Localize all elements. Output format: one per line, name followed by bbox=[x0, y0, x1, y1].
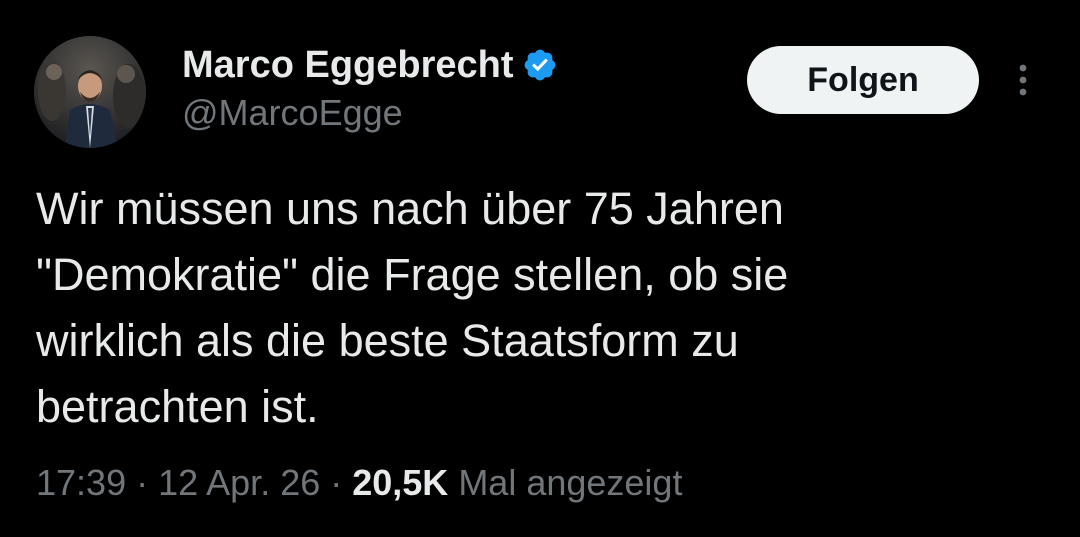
user-handle[interactable]: @MarcoEgge bbox=[182, 92, 403, 134]
views-count[interactable]: 20,5K bbox=[352, 462, 448, 504]
tweet-date[interactable]: 12 Apr. 26 bbox=[158, 462, 320, 504]
more-vertical-icon[interactable] bbox=[1010, 60, 1036, 100]
tweet-card: Marco Eggebrecht @MarcoEgge Folgen Wir m… bbox=[0, 0, 1080, 537]
display-name[interactable]: Marco Eggebrecht bbox=[182, 44, 514, 87]
views-label: Mal angezeigt bbox=[458, 462, 683, 503]
verified-badge-icon bbox=[522, 47, 558, 83]
follow-button[interactable]: Folgen bbox=[747, 46, 979, 114]
meta-separator: · bbox=[330, 462, 343, 503]
avatar[interactable] bbox=[34, 36, 146, 148]
tweet-text: Wir müssen uns nach über 75 Jahren "Demo… bbox=[36, 183, 789, 432]
avatar-image bbox=[34, 36, 146, 148]
name-row: Marco Eggebrecht bbox=[182, 42, 558, 88]
tweet-meta: 17:39 · 12 Apr. 26 · 20,5K Mal angezeigt bbox=[36, 462, 682, 504]
tweet-time[interactable]: 17:39 bbox=[36, 462, 126, 504]
meta-separator: · bbox=[136, 462, 149, 503]
